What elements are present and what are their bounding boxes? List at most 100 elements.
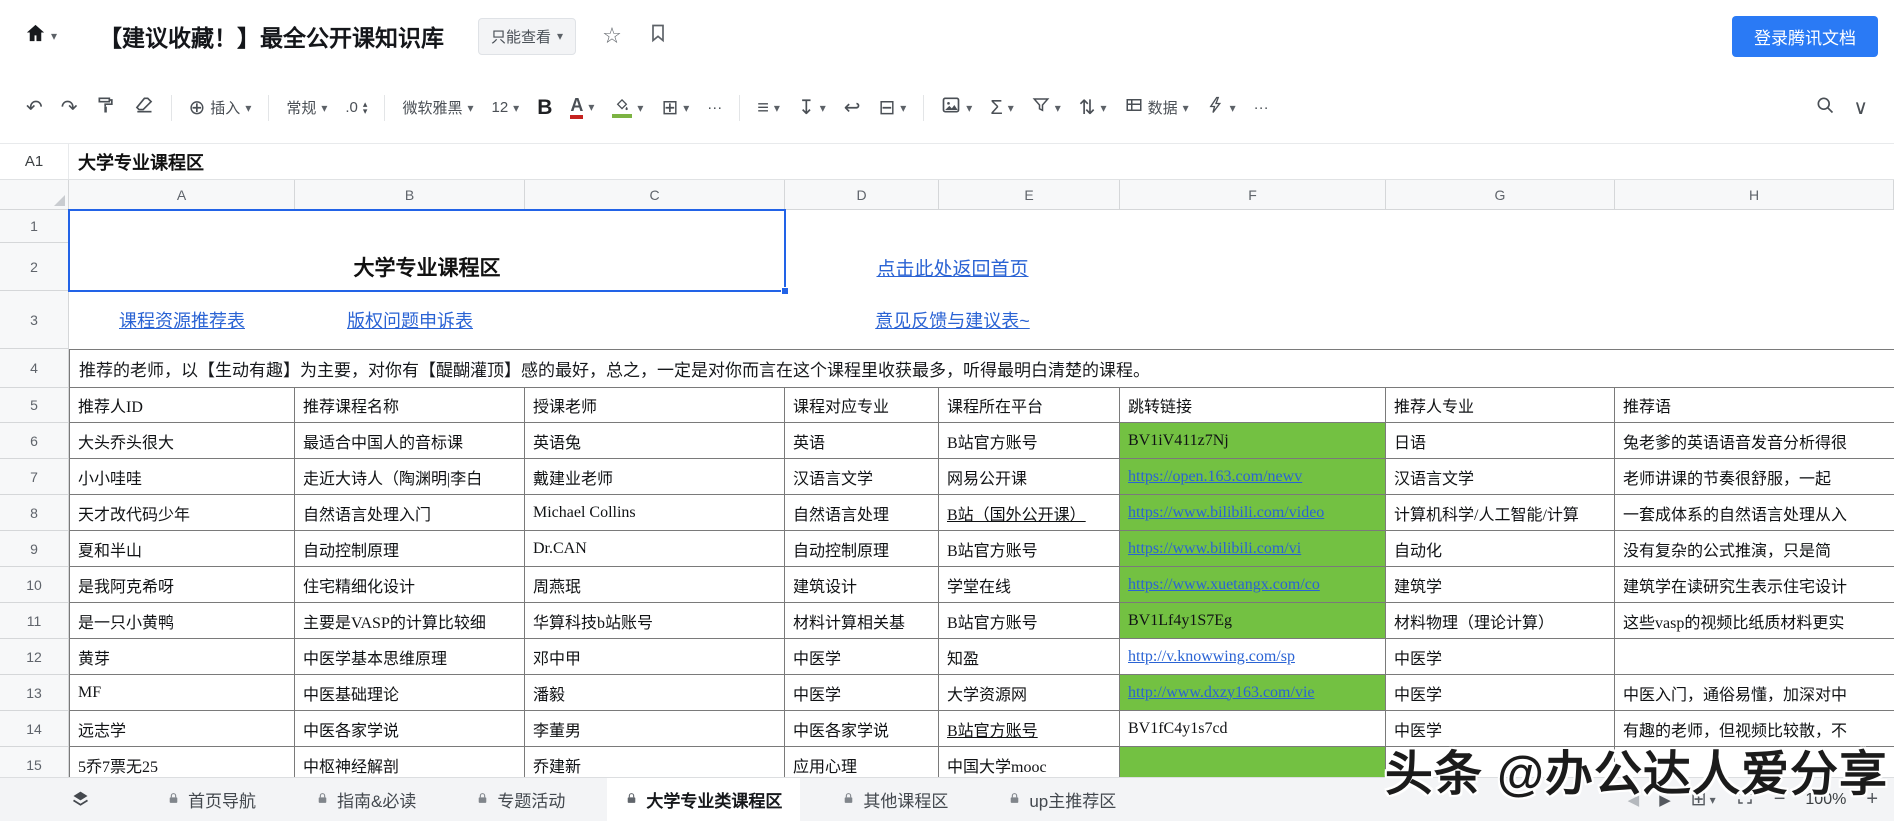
- cell-teacher[interactable]: 戴建业老师: [525, 459, 785, 495]
- cell-platform[interactable]: 大学资源网: [939, 675, 1120, 711]
- zoom-out-button[interactable]: −: [1774, 788, 1786, 811]
- cell-recommender-major[interactable]: 自动化: [1386, 531, 1615, 567]
- row-header-7[interactable]: 7: [0, 459, 69, 495]
- header-link[interactable]: 跳转链接: [1120, 388, 1386, 423]
- cell-course-name[interactable]: 中医学基本思维原理: [295, 639, 525, 675]
- header-recommender-id[interactable]: 推荐人ID: [69, 388, 295, 423]
- clear-format-button[interactable]: [126, 89, 162, 126]
- cell-recommender-id[interactable]: 夏和半山: [69, 531, 295, 567]
- cell-comment[interactable]: 中医入门，通俗易懂，加深对中: [1615, 675, 1894, 711]
- cell-teacher[interactable]: Dr.CAN: [525, 531, 785, 567]
- cell-platform[interactable]: B站官方账号: [939, 711, 1120, 747]
- cell-platform[interactable]: 知盈: [939, 639, 1120, 675]
- cell-comment[interactable]: 一套成体系的自然语言处理从入: [1615, 495, 1894, 531]
- next-sheet-button[interactable]: ▶: [1659, 791, 1671, 809]
- cell-major[interactable]: 中医学: [785, 639, 939, 675]
- row-header-3[interactable]: 3: [0, 291, 69, 349]
- course-form-link[interactable]: 课程资源推荐表: [119, 307, 245, 333]
- cell-major[interactable]: 中医学: [785, 675, 939, 711]
- font-family-dropdown[interactable]: 微软雅黑 ▾: [394, 91, 481, 124]
- column-header-f[interactable]: F: [1120, 180, 1386, 210]
- cell-course-name[interactable]: 自动控制原理: [295, 531, 525, 567]
- sort-button[interactable]: ⇅ ▾: [1071, 92, 1115, 124]
- cell-recommender-major[interactable]: 材料物理（理论计算）: [1386, 603, 1615, 639]
- column-header-h[interactable]: H: [1615, 180, 1894, 210]
- sheet-tab-other-courses[interactable]: 其他课程区: [824, 778, 966, 821]
- cell-recommender-major[interactable]: 中医学: [1386, 675, 1615, 711]
- cell-link[interactable]: BV1iV411z7Nj: [1120, 423, 1386, 459]
- header-major[interactable]: 课程对应专业: [785, 388, 939, 423]
- row-header-4[interactable]: 4: [0, 349, 69, 388]
- insert-image-button[interactable]: ▾: [933, 89, 980, 126]
- cell-recommender-major[interactable]: 中医学: [1386, 711, 1615, 747]
- undo-button[interactable]: ↶: [18, 92, 51, 124]
- row-header-9[interactable]: 9: [0, 531, 69, 567]
- header-comment[interactable]: 推荐语: [1615, 388, 1894, 423]
- cell-recommender-id[interactable]: 大头乔头很大: [69, 423, 295, 459]
- cell-link[interactable]: http://www.dxzy163.com/vie: [1120, 675, 1386, 711]
- header-recommender-major[interactable]: 推荐人专业: [1386, 388, 1615, 423]
- column-header-c[interactable]: C: [525, 180, 785, 210]
- cell-teacher[interactable]: Michael Collins: [525, 495, 785, 531]
- empty-cells[interactable]: [69, 210, 1894, 243]
- header-platform[interactable]: 课程所在平台: [939, 388, 1120, 423]
- cell-recommender-id[interactable]: MF: [69, 675, 295, 711]
- insert-button[interactable]: ⊕ 插入 ▾: [181, 91, 260, 124]
- zoom-level[interactable]: 100%: [1805, 791, 1846, 809]
- cell-link[interactable]: BV1Lf4y1S7Eg: [1120, 603, 1386, 639]
- row-header-12[interactable]: 12: [0, 639, 69, 675]
- row-header-2[interactable]: 2: [0, 243, 69, 291]
- font-size-dropdown[interactable]: 12 ▾: [483, 93, 527, 122]
- cell-teacher[interactable]: 英语兔: [525, 423, 785, 459]
- sheet-grid-button[interactable]: ⊞ ▾: [1691, 788, 1716, 811]
- bold-button[interactable]: B: [529, 90, 560, 126]
- font-color-button[interactable]: A ▾: [562, 90, 602, 125]
- feedback-form-link[interactable]: 意见反馈与建议表~: [875, 307, 1030, 333]
- collapse-toolbar-button[interactable]: ∨: [1845, 92, 1876, 124]
- cell-comment[interactable]: [1615, 639, 1894, 675]
- cell-recommender-major[interactable]: 汉语言文学: [1386, 459, 1615, 495]
- number-format-dropdown[interactable]: 常规 ▾: [278, 91, 335, 124]
- prev-sheet-button[interactable]: ◀: [1628, 791, 1640, 809]
- fullscreen-button[interactable]: [1736, 788, 1754, 811]
- sheet-tab-university-courses[interactable]: 大学专业类课程区: [607, 778, 801, 821]
- cell-teacher[interactable]: 华算科技b站账号: [525, 603, 785, 639]
- cell-recommender-id[interactable]: 天才改代码少年: [69, 495, 295, 531]
- merge-cells-button[interactable]: ⊟ ▾: [871, 92, 915, 124]
- data-button[interactable]: 数据 ▾: [1117, 90, 1197, 125]
- cell-teacher[interactable]: 潘毅: [525, 675, 785, 711]
- column-header-g[interactable]: G: [1386, 180, 1615, 210]
- row-header-10[interactable]: 10: [0, 567, 69, 603]
- cell-link[interactable]: http://v.knowwing.com/sp: [1120, 639, 1386, 675]
- formula-content[interactable]: 大学专业课程区: [69, 149, 204, 175]
- star-button[interactable]: ☆: [602, 23, 622, 49]
- borders-button[interactable]: ⊞ ▾: [653, 92, 697, 124]
- sheet-tab-home[interactable]: 首页导航: [149, 778, 274, 821]
- cell-comment[interactable]: 建筑学在读研究生表示住宅设计: [1615, 567, 1894, 603]
- cell-platform[interactable]: B站（国外公开课）: [939, 495, 1120, 531]
- cell-link[interactable]: BV1fC4y1s7cd: [1120, 711, 1386, 747]
- cell-recommender-id[interactable]: 黄芽: [69, 639, 295, 675]
- filter-button[interactable]: ▾: [1024, 90, 1069, 125]
- cell-major[interactable]: 英语: [785, 423, 939, 459]
- cell-recommender-major[interactable]: 中医学: [1386, 639, 1615, 675]
- cell-recommender-major[interactable]: 建筑学: [1386, 567, 1615, 603]
- cell-major[interactable]: 汉语言文学: [785, 459, 939, 495]
- sheet-tab-events[interactable]: 专题活动: [458, 778, 583, 821]
- cell-major[interactable]: 中医各家学说: [785, 711, 939, 747]
- cell-major[interactable]: 建筑设计: [785, 567, 939, 603]
- cell-course-name[interactable]: 自然语言处理入门: [295, 495, 525, 531]
- view-only-dropdown[interactable]: 只能查看 ▾: [478, 17, 577, 55]
- cell-course-name[interactable]: 中医各家学说: [295, 711, 525, 747]
- cell-comment[interactable]: 老师讲课的节奏很舒服，一起: [1615, 459, 1894, 495]
- cell-course-name[interactable]: 走近大诗人（陶渊明|李白: [295, 459, 525, 495]
- cell-platform[interactable]: B站官方账号: [939, 423, 1120, 459]
- cell-recommender-id[interactable]: 远志学: [69, 711, 295, 747]
- home-button[interactable]: ▾: [24, 22, 57, 50]
- header-course-name[interactable]: 推荐课程名称: [295, 388, 525, 423]
- cell-link[interactable]: https://www.bilibili.com/video: [1120, 495, 1386, 531]
- cell-comment[interactable]: 有趣的老师，但视频比较散，不: [1615, 711, 1894, 747]
- smart-tools-button[interactable]: ▾: [1199, 90, 1244, 125]
- format-painter-button[interactable]: [88, 89, 124, 126]
- cell-course-name[interactable]: 中医基础理论: [295, 675, 525, 711]
